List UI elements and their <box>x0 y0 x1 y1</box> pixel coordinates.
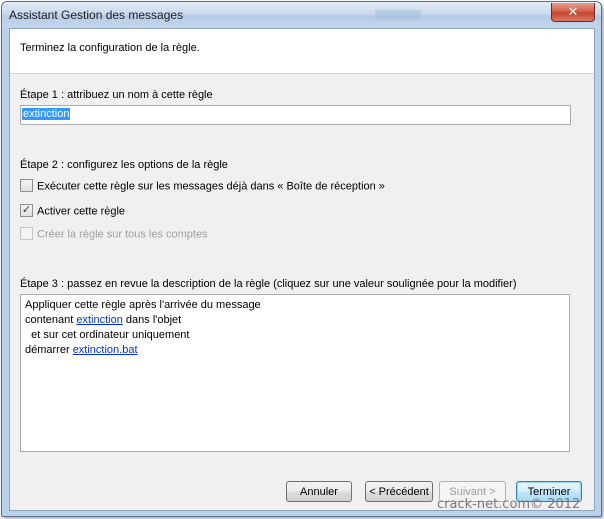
window-title: Assistant Gestion des messages <box>9 8 184 22</box>
description-line-4: démarrer extinction.bat <box>25 343 565 358</box>
description-line-3: et sur cet ordinateur uniquement <box>25 329 190 341</box>
header-text: Terminez la configuration de la règle. <box>20 42 200 54</box>
description-line-4-prefix: démarrer <box>25 344 73 356</box>
rules-wizard-window: Assistant Gestion des messages ✕ Termine… <box>1 1 602 517</box>
subject-keyword-link[interactable]: extinction <box>76 314 122 326</box>
step1-label: Étape 1 : attribuez un nom à cette règle <box>20 89 213 101</box>
description-line-2-prefix: contenant <box>25 314 77 326</box>
description-line-2-suffix: dans l'objet <box>122 314 182 326</box>
step2-label: Étape 2 : configurez les options de la r… <box>20 159 228 171</box>
wizard-header: Terminez la configuration de la règle. <box>10 29 594 74</box>
checkbox-run-on-inbox[interactable] <box>20 179 33 192</box>
description-line-1: Appliquer cette règle après l'arrivée du… <box>25 299 261 311</box>
title-bar-background-glyph <box>375 10 421 19</box>
rule-description-box: Appliquer cette règle après l'arrivée du… <box>20 294 570 452</box>
wizard-body: Terminez la configuration de la règle. É… <box>9 28 595 511</box>
script-file-link[interactable]: extinction.bat <box>73 344 138 356</box>
rule-name-input[interactable]: extinction <box>20 105 571 125</box>
step3-label: Étape 3 : passez en revue la description… <box>20 278 517 290</box>
title-bar[interactable]: Assistant Gestion des messages ✕ <box>2 2 601 28</box>
watermark: crack-net.com© 2012 <box>437 497 581 512</box>
option-enable-rule[interactable]: ✓ Activer cette règle <box>20 204 126 220</box>
option-all-accounts-label: Créer la règle sur tous les comptes <box>37 228 208 241</box>
option-all-accounts: Créer la règle sur tous les comptes <box>20 227 208 243</box>
rule-name-value: extinction <box>22 108 71 120</box>
previous-button[interactable]: < Précédent <box>365 481 433 502</box>
description-line-2: contenant extinction dans l'objet <box>25 313 565 328</box>
option-enable-rule-label: Activer cette règle <box>37 205 126 218</box>
checkbox-enable-rule[interactable]: ✓ <box>20 204 33 217</box>
cancel-button[interactable]: Annuler <box>286 481 352 502</box>
close-button[interactable]: ✕ <box>551 3 595 22</box>
checkbox-all-accounts <box>20 227 33 240</box>
option-run-on-inbox-label: Exécuter cette règle sur les messages dé… <box>37 180 385 193</box>
checkmark-icon: ✓ <box>21 204 32 216</box>
option-run-on-inbox[interactable]: Exécuter cette règle sur les messages dé… <box>20 179 385 195</box>
